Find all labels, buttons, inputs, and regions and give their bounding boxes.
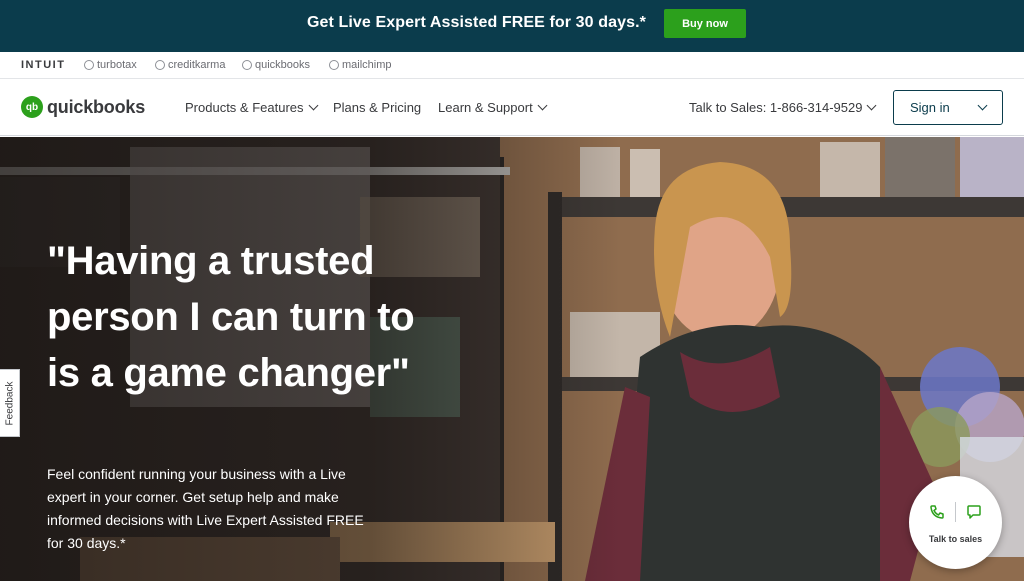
main-nav: qb quickbooks Products & Features Plans … <box>0 79 1024 136</box>
hero-subtext: Feel confident running your business wit… <box>47 466 364 551</box>
sign-in-label: Sign in <box>910 100 950 115</box>
brand-link-mailchimp[interactable]: mailchimp <box>329 59 392 71</box>
nav-sales-label: Talk to Sales: 1-866-314-9529 <box>689 100 863 115</box>
brand-label-mailchimp: mailchimp <box>342 59 392 71</box>
phone-icon[interactable] <box>929 504 945 520</box>
chevron-down-icon <box>867 100 877 111</box>
brand-link-creditkarma[interactable]: creditkarma <box>155 59 225 71</box>
nav-products-features[interactable]: Products & Features <box>185 100 318 115</box>
promo-banner: Get Live Expert Assisted FREE for 30 day… <box>0 0 1024 52</box>
nav-talk-to-sales[interactable]: Talk to Sales: 1-866-314-9529 <box>689 100 877 115</box>
brand-label-quickbooks: quickbooks <box>255 59 311 71</box>
intuit-brand-bar: INTUIT turbotax creditkarma quickbooks m… <box>0 52 1024 79</box>
quickbooks-logo[interactable]: qb quickbooks <box>21 96 145 118</box>
nav-learn-support[interactable]: Learn & Support <box>438 100 548 115</box>
talk-divider <box>955 502 956 522</box>
brand-link-intuit[interactable]: INTUIT <box>21 59 65 71</box>
nav-learn-label: Learn & Support <box>438 100 533 115</box>
brand-link-turbotax[interactable]: turbotax <box>84 59 137 71</box>
nav-plans-pricing[interactable]: Plans & Pricing <box>333 100 421 115</box>
promo-text: Get Live Expert Assisted FREE for 30 day… <box>307 14 646 31</box>
feedback-label: Feedback <box>4 381 16 425</box>
chat-icon[interactable] <box>966 504 982 520</box>
brand-label-intuit: INTUIT <box>21 59 66 71</box>
chevron-down-icon <box>308 100 318 111</box>
brand-label-turbotax: turbotax <box>97 59 137 71</box>
brand-label-creditkarma: creditkarma <box>168 59 226 71</box>
nav-pricing-label: Plans & Pricing <box>333 100 422 115</box>
talk-to-sales-widget[interactable]: Talk to sales <box>909 476 1002 569</box>
hero-section: "Having a trusted person I can turn to i… <box>0 137 1024 581</box>
mailchimp-icon <box>329 60 339 70</box>
brand-link-quickbooks[interactable]: quickbooks <box>242 59 310 71</box>
logo-text: quickbooks <box>47 96 146 117</box>
feedback-tab[interactable]: Feedback <box>0 369 20 437</box>
sign-in-button[interactable]: Sign in <box>893 90 1003 125</box>
talk-to-sales-label: Talk to sales <box>928 534 983 544</box>
quickbooks-small-icon <box>242 60 252 70</box>
nav-products-label: Products & Features <box>185 100 304 115</box>
chevron-down-icon <box>977 100 988 111</box>
creditkarma-icon <box>155 60 165 70</box>
chevron-down-icon <box>537 100 548 111</box>
buy-now-button[interactable]: Buy now <box>664 9 746 38</box>
turbotax-icon <box>84 60 94 70</box>
qb-logo-icon: qb <box>21 96 43 118</box>
hero-headline: "Having a trusted person I can turn to i… <box>47 239 415 395</box>
